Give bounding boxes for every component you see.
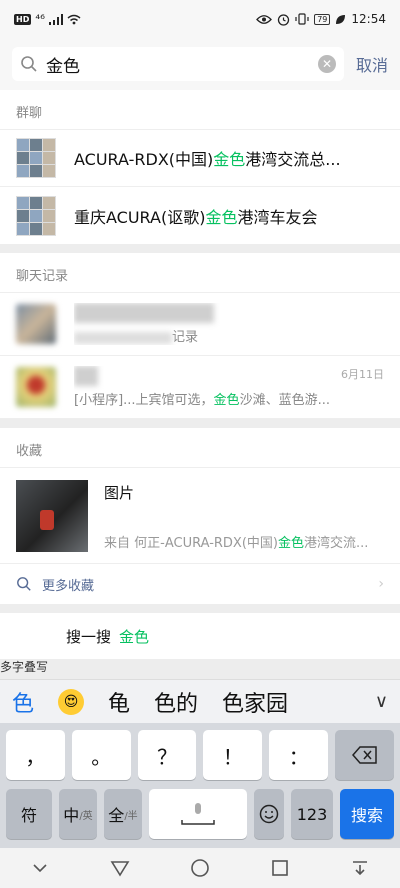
group-avatar — [16, 138, 56, 178]
smiley-icon — [259, 804, 279, 824]
backspace-icon — [351, 746, 377, 764]
chat-history-section: 聊天记录 记录 [小程序]...上宾馆可选，金色沙滩、蓝色游... 6月11日 — [0, 253, 400, 419]
key-period[interactable]: 。 — [71, 730, 131, 780]
key-exclaim[interactable]: ！ — [203, 730, 263, 780]
home-icon[interactable] — [190, 858, 210, 878]
search-results: 群聊 ACURA-RDX(中国)金色港湾交流总... 重庆ACURA(讴歌)金色… — [0, 90, 400, 659]
group-result[interactable]: ACURA-RDX(中国)金色港湾交流总... — [0, 130, 400, 187]
search-go-button[interactable]: 搜索 — [340, 789, 394, 839]
recents-icon[interactable] — [270, 858, 290, 878]
battery-icon: 79 — [314, 13, 331, 25]
emoji-candidate-icon[interactable]: 😍 — [58, 688, 85, 715]
favorite-title: 图片 — [104, 484, 135, 502]
status-bar: HD ⁴⁶ 79 12:54 — [0, 0, 400, 38]
avatar — [16, 304, 56, 344]
mic-icon — [181, 803, 215, 825]
vibrate-icon — [295, 13, 309, 25]
eye-icon — [256, 14, 273, 24]
avatar — [16, 367, 56, 407]
system-nav-bar — [0, 848, 400, 888]
leaf-icon — [336, 14, 346, 24]
chat-snippet: 记录 — [74, 326, 384, 345]
group-result[interactable]: 重庆ACURA(讴歌)金色港湾车友会 — [0, 187, 400, 244]
lang-switch-key[interactable]: 中/英 — [59, 789, 97, 839]
chevron-down-icon[interactable]: ∨ — [375, 691, 388, 712]
key-comma[interactable]: ， — [6, 730, 65, 780]
group-name: 重庆ACURA(讴歌)金色港湾车友会 — [74, 207, 318, 227]
signal-icon — [48, 13, 63, 25]
backspace-key[interactable] — [335, 730, 394, 780]
space-key[interactable] — [149, 789, 247, 839]
wifi-icon — [67, 14, 81, 24]
sousou-term: 金色 — [119, 627, 150, 646]
chat-snippet: [小程序]...上宾馆可选，金色沙滩、蓝色游... — [74, 393, 330, 408]
candidate[interactable]: 龟 — [108, 686, 130, 718]
emoji-key[interactable] — [254, 789, 284, 839]
key-colon[interactable]: ： — [269, 730, 329, 780]
favorite-result[interactable]: 图片 来自 何正-ACURA-RDX(中国)金色港湾交流... — [0, 468, 400, 564]
search-input[interactable] — [46, 54, 318, 74]
section-title-chats: 聊天记录 — [0, 253, 400, 293]
chat-result[interactable]: [小程序]...上宾馆可选，金色沙滩、蓝色游... 6月11日 — [0, 356, 400, 419]
hide-keyboard-icon[interactable] — [30, 858, 50, 878]
symbol-key[interactable]: 符 — [6, 789, 52, 839]
candidate[interactable]: 色 — [12, 686, 34, 718]
back-icon[interactable] — [110, 858, 130, 878]
favorite-source: 来自 何正-ACURA-RDX(中国)金色港湾交流... — [104, 536, 369, 551]
favorite-thumbnail — [16, 480, 88, 552]
key-question[interactable]: ？ — [137, 730, 197, 780]
signal-label: ⁴⁶ — [35, 12, 45, 26]
section-title-groups: 群聊 — [0, 90, 400, 130]
more-favorites-link[interactable]: 更多收藏 › — [0, 564, 400, 604]
multi-char-hint: 多字叠写 — [0, 660, 49, 674]
search-box[interactable]: ✕ — [12, 47, 344, 81]
chat-name — [74, 303, 214, 323]
group-avatar — [16, 195, 56, 236]
more-favorites-label: 更多收藏 — [42, 578, 95, 594]
alarm-icon — [278, 13, 290, 26]
candidate[interactable]: 色的 — [154, 686, 198, 718]
width-switch-key[interactable]: 全/半 — [104, 789, 142, 839]
search-bar: ✕ 取消 — [0, 38, 400, 90]
sousou-row[interactable]: 搜一搜 金色 — [0, 613, 400, 659]
chat-date: 6月11日 — [341, 368, 384, 381]
chevron-right-icon: › — [378, 576, 384, 592]
favorites-section: 收藏 图片 来自 何正-ACURA-RDX(中国)金色港湾交流... 更多收藏 … — [0, 428, 400, 604]
sousou-label: 搜一搜 — [66, 627, 112, 646]
clock: 12:54 — [351, 12, 386, 26]
candidate[interactable]: 色家园 — [222, 686, 288, 718]
candidate-bar: 色 😍 龟 色的 色家园 ∨ — [0, 679, 400, 723]
cancel-button[interactable]: 取消 — [356, 52, 388, 76]
group-name: ACURA-RDX(中国)金色港湾交流总... — [74, 150, 341, 169]
chat-name — [74, 366, 98, 386]
hd-badge: HD — [14, 13, 32, 25]
keyboard: ， 。 ？ ！ ： 符 中/英 全/半 123 搜索 — [0, 723, 400, 848]
search-icon — [21, 56, 37, 72]
group-chat-section: 群聊 ACURA-RDX(中国)金色港湾交流总... 重庆ACURA(讴歌)金色… — [0, 90, 400, 244]
section-title-favorites: 收藏 — [0, 428, 400, 468]
search-icon — [17, 577, 31, 591]
number-key[interactable]: 123 — [291, 789, 333, 839]
notification-pull-icon[interactable] — [350, 858, 370, 878]
chat-result[interactable]: 记录 — [0, 293, 400, 356]
clear-icon[interactable]: ✕ — [317, 55, 336, 73]
